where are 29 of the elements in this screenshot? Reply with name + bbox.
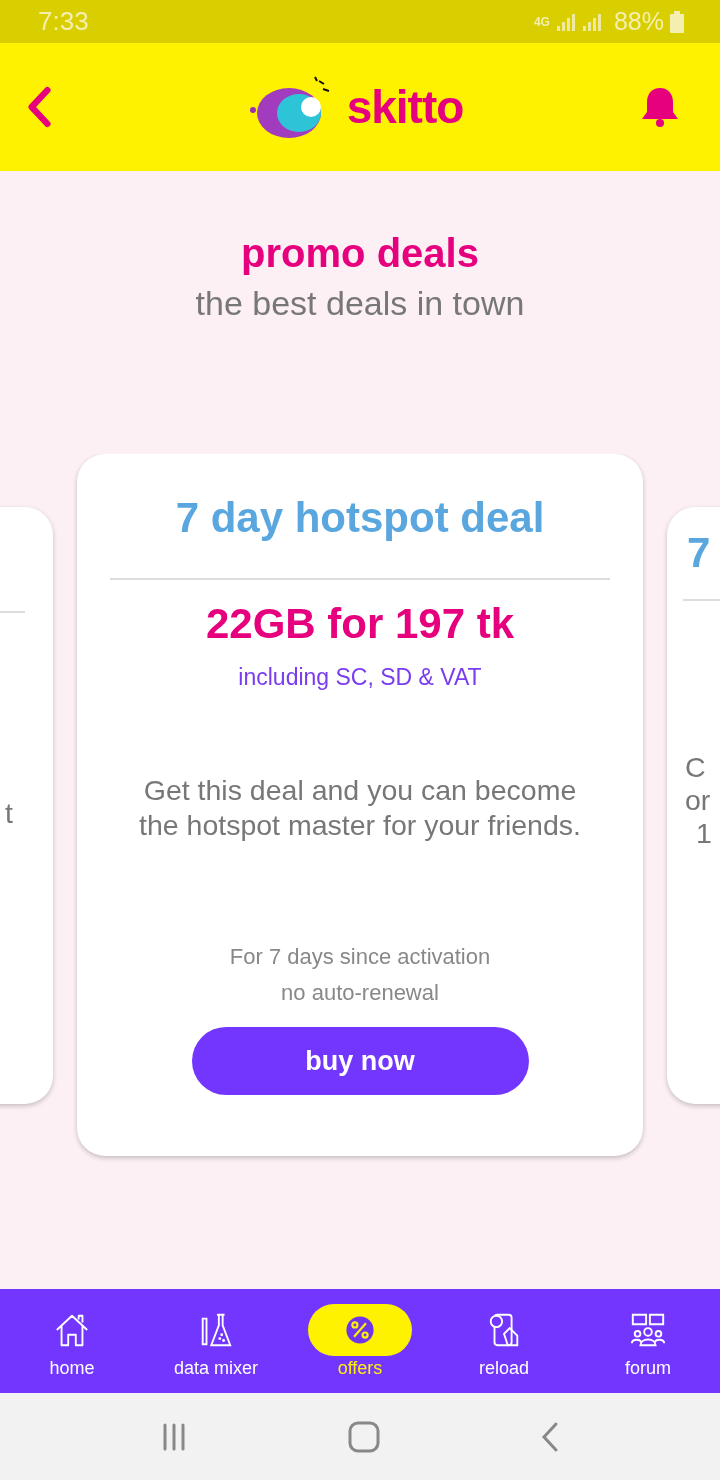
nav-tab[interactable]: home <box>2 1303 142 1379</box>
battery-percent: 88% <box>613 7 664 36</box>
home-button-icon[interactable] <box>348 1420 380 1453</box>
deal-title: 7 <box>687 529 712 577</box>
deal-description: or <box>685 784 712 817</box>
signal-icon <box>555 12 576 31</box>
deal-price: 22GB for 197 tk <box>205 600 515 648</box>
deal-description: C <box>685 751 707 784</box>
back-button[interactable] <box>26 86 52 128</box>
deal-description: t <box>5 797 13 829</box>
page-subtitle: the best deals in town <box>194 284 526 323</box>
page-title: promo deals <box>240 231 480 276</box>
tax-note: including SC, SD & VAT <box>238 664 482 691</box>
nav-tab[interactable]: forum <box>578 1303 718 1379</box>
nav-tab[interactable]: reload <box>434 1303 574 1379</box>
signal-icon <box>581 12 602 31</box>
battery-icon <box>670 10 684 33</box>
back-icon[interactable] <box>540 1420 560 1453</box>
notification-bell-icon[interactable] <box>640 85 680 129</box>
nav-tab[interactable]: data mixer <box>146 1303 286 1379</box>
clock-time: 7:33 <box>38 6 89 37</box>
brand-name: skitto <box>346 80 464 134</box>
deal-description: 1 <box>696 817 713 850</box>
network-type: 4G <box>533 14 550 29</box>
deal-description: Get this deal and you can become the hotspot master for your friends. <box>138 773 582 843</box>
deal-title: 7 day hotspot deal <box>175 494 545 543</box>
validity-text: For 7 days since activation <box>229 943 491 971</box>
validity-text: no auto-renewal <box>280 979 440 1007</box>
buy-button[interactable]: buy now <box>191 1027 529 1095</box>
